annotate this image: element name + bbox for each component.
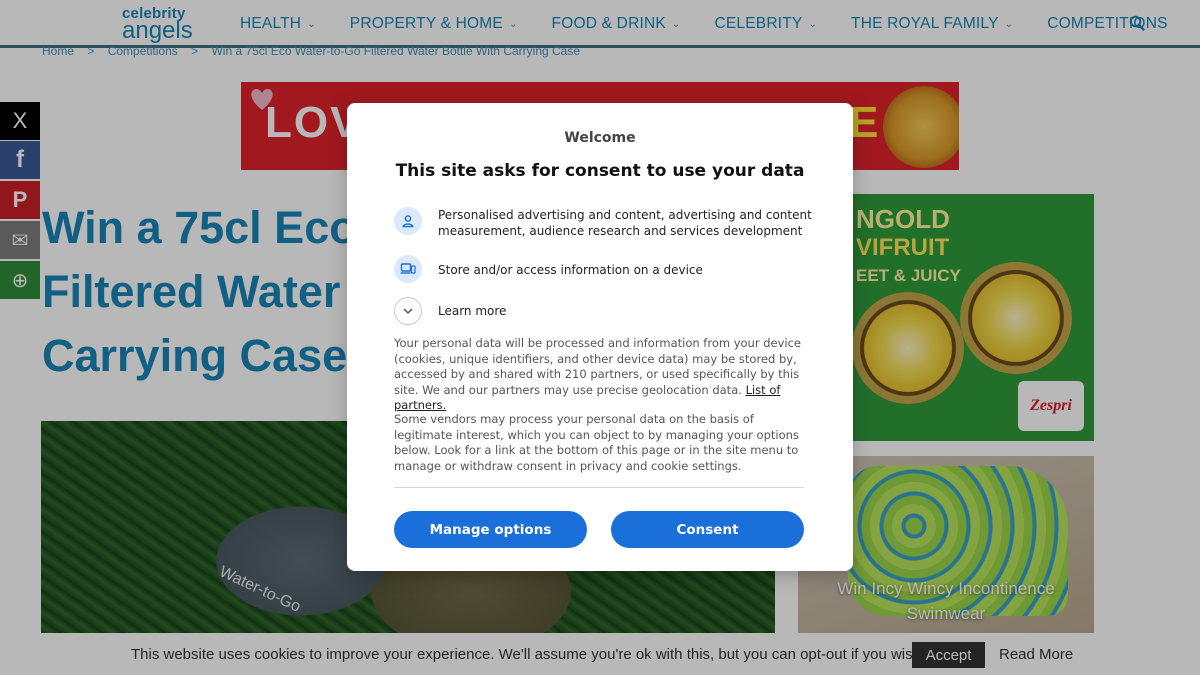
consent-purpose-item: Personalised advertising and content, ad… [394,207,814,239]
divider [394,487,804,488]
consent-purpose-item: Store and/or access information on a dev… [394,255,814,283]
consent-paragraph-legitimate-interest: Some vendors may process your personal d… [394,412,799,473]
consent-heading: This site asks for consent to use your d… [395,161,805,181]
learn-more-toggle[interactable]: Learn more [394,297,814,325]
consent-button[interactable]: Consent [611,511,804,548]
consent-paragraph-text: Your personal data will be processed and… [394,336,802,397]
chevron-down-icon [394,297,422,325]
manage-options-button[interactable]: Manage options [394,511,587,548]
purpose-text: Store and/or access information on a dev… [438,263,703,277]
devices-icon [394,255,422,283]
consent-paragraph-data: Your personal data will be processed and… [394,336,806,414]
purpose-text: Personalised advertising and content, ad… [438,208,812,238]
consent-welcome: Welcome [564,130,636,146]
learn-more-label: Learn more [438,304,507,318]
consent-dialog: Welcome This site asks for consent to us… [347,103,853,571]
person-icon [394,207,422,235]
